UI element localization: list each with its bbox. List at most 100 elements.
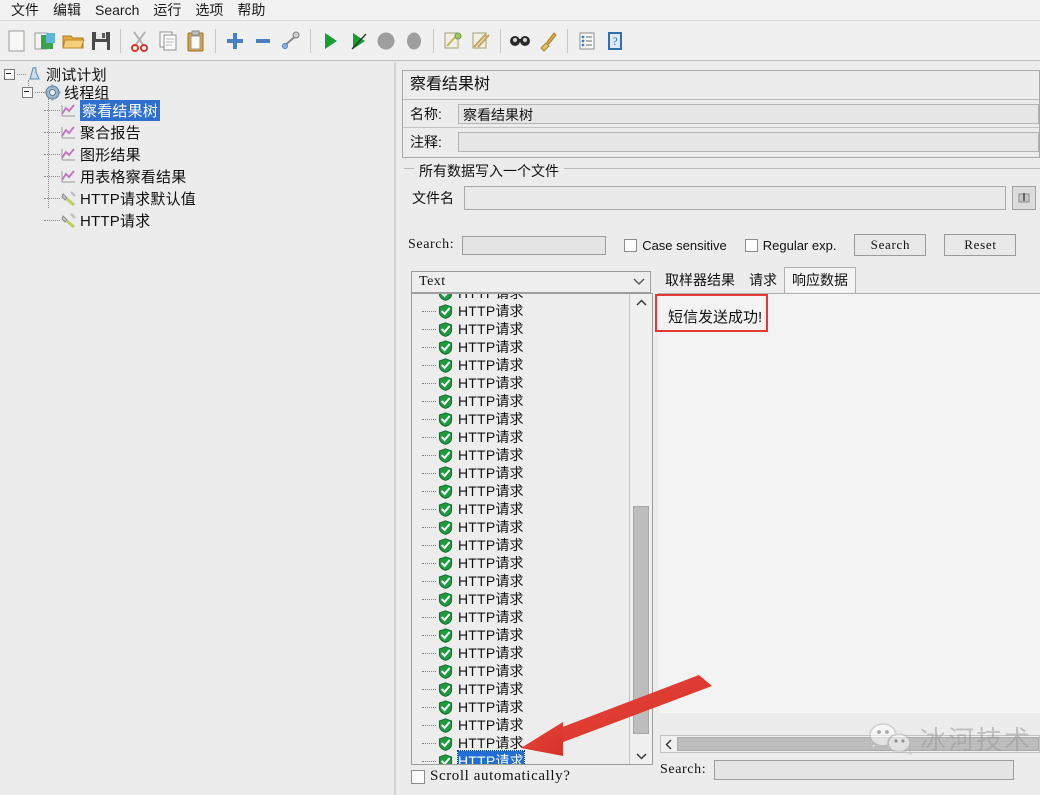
- tree-node-graph-results[interactable]: 图形结果: [44, 144, 141, 165]
- response-search-bar: Search:: [660, 760, 1015, 780]
- expander-icon[interactable]: [4, 69, 15, 80]
- tree-node-http-request[interactable]: HTTP请求: [44, 210, 150, 231]
- case-sensitive-checkbox[interactable]: Case sensitive: [624, 238, 727, 253]
- result-row-label: HTTP请求: [458, 375, 524, 391]
- result-row[interactable]: HTTP请求: [412, 464, 637, 482]
- menu-options[interactable]: 选项: [188, 0, 230, 20]
- menu-search[interactable]: Search: [88, 0, 146, 20]
- browse-button[interactable]: [1012, 186, 1036, 210]
- clear-icon[interactable]: [440, 27, 466, 55]
- paste-icon[interactable]: [183, 27, 209, 55]
- tree-node-label: 用表格察看结果: [80, 169, 187, 186]
- scroll-left-button[interactable]: [661, 736, 677, 752]
- results-list[interactable]: HTTP请求 HTTP请求 HTTP请求 HTTP请求 HTTP请求 HTTP请求 HTTP…: [411, 293, 653, 765]
- toggle-icon[interactable]: [278, 27, 304, 55]
- result-row[interactable]: HTTP请求: [412, 518, 637, 536]
- result-row[interactable]: HTTP请求: [412, 500, 637, 518]
- start-no-pauses-icon[interactable]: [345, 27, 371, 55]
- menu-edit[interactable]: 编辑: [46, 0, 88, 20]
- scrollbar-thumb[interactable]: [633, 506, 649, 734]
- new-document-icon[interactable]: [4, 27, 30, 55]
- open-folder-icon[interactable]: [60, 27, 86, 55]
- result-row[interactable]: HTTP请求: [412, 536, 637, 554]
- tab-sampler-result[interactable]: 取样器结果: [658, 268, 742, 293]
- result-row[interactable]: HTTP请求: [412, 356, 637, 374]
- regular-exp-checkbox[interactable]: Regular exp.: [744, 238, 836, 253]
- expander-icon[interactable]: [22, 87, 33, 98]
- result-row[interactable]: HTTP请求: [412, 608, 637, 626]
- scroll-up-button[interactable]: [630, 294, 652, 311]
- result-row[interactable]: HTTP请求: [412, 554, 637, 572]
- search-input[interactable]: [462, 235, 607, 255]
- result-row[interactable]: HTTP请求: [412, 374, 637, 392]
- result-row[interactable]: HTTP请求: [412, 698, 637, 716]
- tab-request[interactable]: 请求: [742, 268, 784, 293]
- result-row[interactable]: HTTP请求: [412, 482, 637, 500]
- menu-help[interactable]: 帮助: [230, 0, 272, 20]
- shutdown-icon[interactable]: [401, 27, 427, 55]
- reset-button[interactable]: Reset: [944, 234, 1017, 256]
- result-row[interactable]: HTTP请求: [412, 626, 637, 644]
- result-row[interactable]: HTTP请求: [412, 716, 637, 734]
- bottom-search-input[interactable]: [714, 760, 1015, 780]
- result-row[interactable]: HTTP请求: [412, 590, 637, 608]
- result-row[interactable]: HTTP请求: [412, 320, 637, 338]
- tree-node-view-results-tree[interactable]: 察看结果树: [44, 100, 161, 121]
- clear-all-icon[interactable]: [468, 27, 494, 55]
- checkbox-box[interactable]: [624, 238, 638, 252]
- result-row[interactable]: HTTP请求: [412, 644, 637, 662]
- response-data-body[interactable]: 短信发送成功!: [658, 293, 1040, 713]
- page-title: 察看结果树: [403, 71, 1039, 100]
- filename-input[interactable]: [464, 186, 1006, 210]
- search-icon[interactable]: [507, 27, 533, 55]
- result-row[interactable]: HTTP请求: [412, 750, 637, 764]
- result-row[interactable]: HTTP请求: [412, 572, 637, 590]
- stop-icon[interactable]: [373, 27, 399, 55]
- tab-response-data[interactable]: 响应数据: [784, 267, 856, 293]
- result-row[interactable]: HTTP请求: [412, 302, 637, 320]
- menu-run[interactable]: 运行: [146, 0, 188, 20]
- scroll-automatically-checkbox[interactable]: Scroll automatically?: [411, 768, 570, 785]
- result-row[interactable]: HTTP请求: [412, 662, 637, 680]
- pane-splitter[interactable]: [394, 62, 396, 795]
- search-reset-icon[interactable]: [535, 27, 561, 55]
- name-input[interactable]: 察看结果树: [458, 103, 1039, 124]
- render-format-combo[interactable]: Text: [411, 271, 651, 293]
- result-row[interactable]: HTTP请求: [412, 734, 637, 752]
- result-row[interactable]: HTTP请求: [412, 428, 637, 446]
- result-row[interactable]: HTTP请求: [412, 410, 637, 428]
- result-row[interactable]: HTTP请求: [412, 338, 637, 356]
- result-row-label: HTTP请求: [458, 663, 524, 679]
- expand-all-icon[interactable]: [222, 27, 248, 55]
- chevron-down-icon[interactable]: [628, 278, 650, 286]
- checkbox-box[interactable]: [744, 238, 758, 252]
- tree-node-aggregate-report[interactable]: 聚合报告: [44, 122, 141, 143]
- new-from-template-icon[interactable]: [32, 27, 58, 55]
- tree-connector: [35, 92, 44, 93]
- cut-icon[interactable]: [127, 27, 153, 55]
- result-row[interactable]: HTTP请求: [412, 294, 637, 302]
- collapse-all-icon[interactable]: [250, 27, 276, 55]
- result-row[interactable]: HTTP请求: [412, 392, 637, 410]
- success-shield-icon: [438, 663, 453, 679]
- function-helper-icon[interactable]: [574, 27, 600, 55]
- tree-node-view-results-in-table[interactable]: 用表格察看结果: [44, 166, 186, 187]
- test-plan-tree[interactable]: 测试计划 线程组 察看结果树 聚合报告 图形结果 用表格察看结果 HTTP请求默…: [0, 62, 392, 795]
- success-shield-icon: [438, 537, 453, 553]
- result-row[interactable]: HTTP请求: [412, 446, 637, 464]
- checkbox-box[interactable]: [411, 769, 425, 784]
- comment-input[interactable]: [458, 131, 1039, 152]
- save-icon[interactable]: [88, 27, 114, 55]
- result-row[interactable]: HTTP请求: [412, 680, 637, 698]
- scroll-down-button[interactable]: [630, 747, 652, 764]
- tree-connector: [422, 346, 436, 348]
- results-list-scrollbar[interactable]: [629, 294, 652, 764]
- result-row-label: HTTP请求: [458, 735, 524, 751]
- result-row-label: HTTP请求: [458, 519, 524, 535]
- start-icon[interactable]: [317, 27, 343, 55]
- help-icon[interactable]: ?: [602, 27, 628, 55]
- tree-node-http-request-defaults[interactable]: HTTP请求默认值: [44, 188, 196, 209]
- copy-icon[interactable]: [155, 27, 181, 55]
- search-button[interactable]: Search: [854, 234, 927, 256]
- menu-file[interactable]: 文件: [4, 0, 46, 20]
